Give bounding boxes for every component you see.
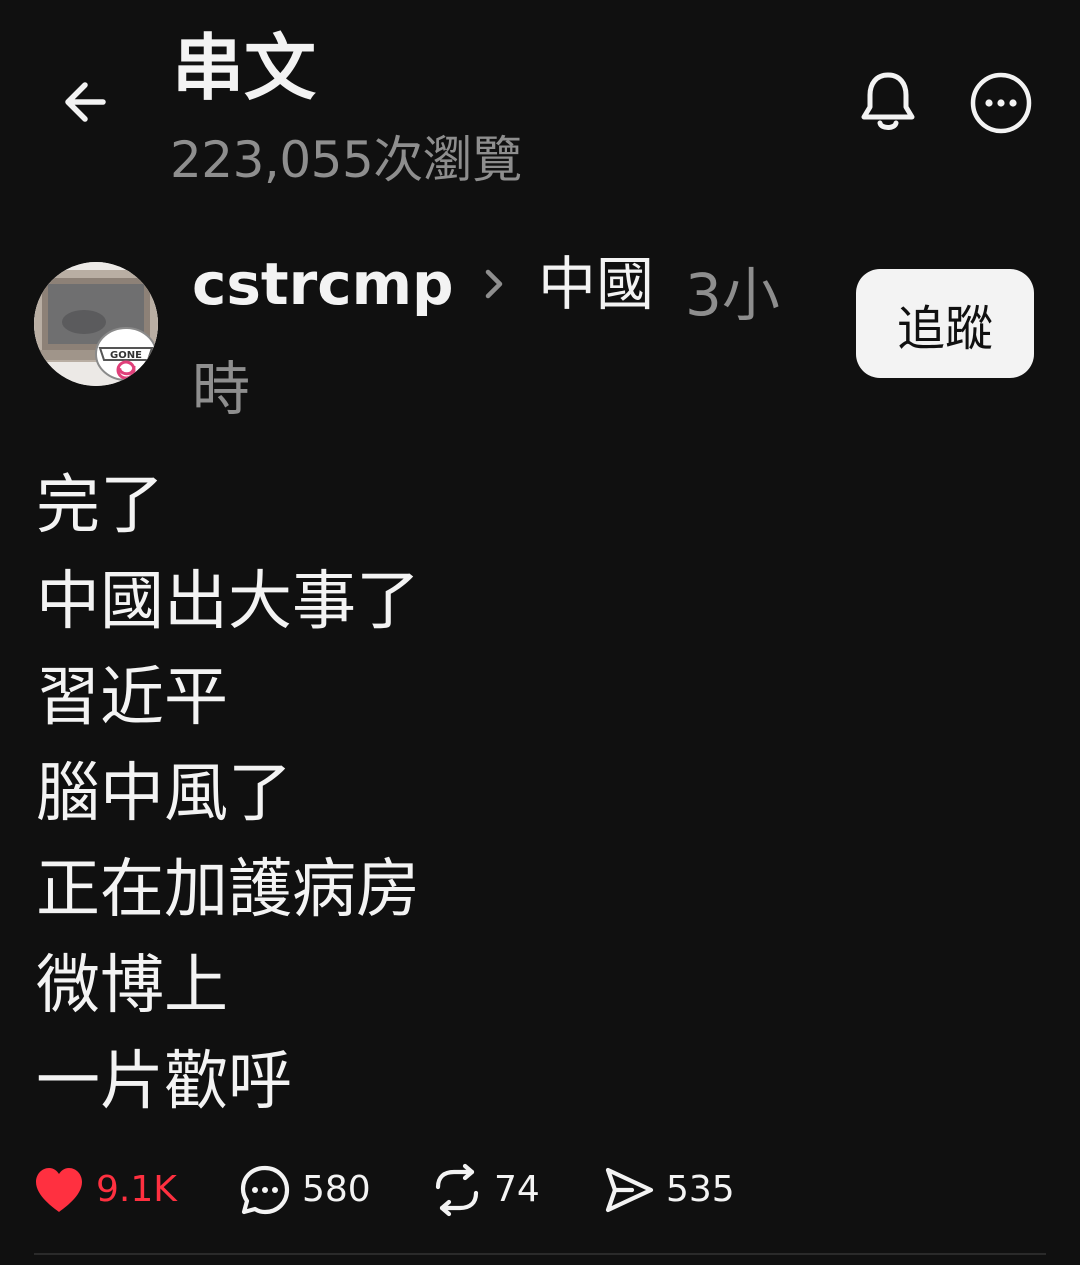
bell-icon bbox=[861, 72, 915, 130]
heart-icon bbox=[36, 1168, 82, 1212]
repost-icon bbox=[435, 1163, 479, 1217]
comment-icon bbox=[240, 1165, 290, 1215]
comment-button[interactable]: 580 bbox=[238, 1160, 371, 1220]
post-line: 腦中風了 bbox=[36, 757, 292, 831]
view-count: 223,055次瀏覽 bbox=[170, 131, 522, 189]
like-count: 9.1K bbox=[96, 1169, 177, 1210]
follow-button[interactable]: 追蹤 bbox=[856, 269, 1034, 378]
avatar-image: GONE bbox=[34, 262, 158, 386]
post-line: 習近平 bbox=[36, 661, 228, 735]
share-count: 535 bbox=[666, 1169, 735, 1210]
page-title: 串文 bbox=[172, 26, 317, 110]
avatar[interactable]: GONE bbox=[34, 262, 158, 386]
repost-button[interactable]: 74 bbox=[430, 1160, 540, 1220]
notification-button[interactable] bbox=[852, 64, 924, 140]
post-line: 微博上 bbox=[36, 949, 228, 1023]
more-options-button[interactable] bbox=[966, 68, 1036, 138]
post-timestamp: 3小時 bbox=[192, 261, 780, 423]
post-line: 中國出大事了 bbox=[36, 565, 420, 639]
ellipsis-circle-icon bbox=[970, 72, 1032, 134]
avatar-badge-text: GONE bbox=[110, 350, 142, 361]
post-line: 正在加護病房 bbox=[36, 853, 420, 927]
comment-count: 580 bbox=[302, 1169, 371, 1210]
post-body: 完了 中國出大事了 習近平 腦中風了 正在加護病房 微博上 一片歡呼 bbox=[36, 458, 420, 1130]
like-button[interactable]: 9.1K bbox=[32, 1160, 177, 1220]
post-line: 一片歡呼 bbox=[36, 1045, 292, 1119]
share-button[interactable]: 535 bbox=[602, 1160, 735, 1220]
back-button[interactable] bbox=[50, 70, 120, 134]
divider bbox=[34, 1253, 1046, 1255]
post-line: 完了 bbox=[36, 469, 164, 543]
send-icon bbox=[605, 1167, 654, 1213]
repost-count: 74 bbox=[494, 1169, 540, 1210]
arrow-left-icon bbox=[65, 82, 106, 122]
